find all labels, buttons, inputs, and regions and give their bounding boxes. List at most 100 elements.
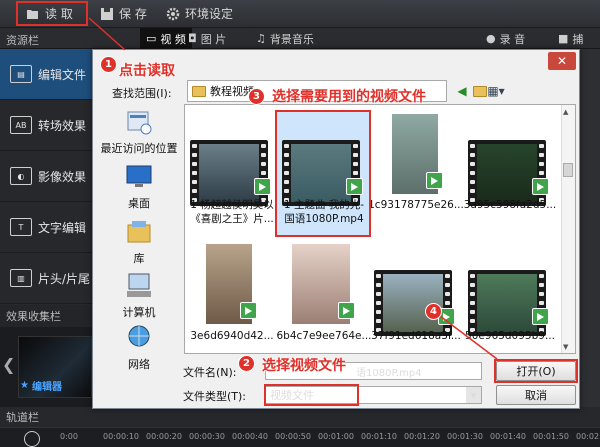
view-menu-icon[interactable]: ▦▾ xyxy=(486,82,506,100)
timeline-tick-label: 00:02:0 xyxy=(576,432,600,441)
save-button[interactable]: 保 存 xyxy=(92,0,155,27)
film-hole xyxy=(192,171,197,175)
sidebar-item-intro-outro[interactable]: ▥ 片头/片尾 xyxy=(0,253,92,304)
timeline-tick-label: 00:00:40 xyxy=(232,432,268,441)
video-frame xyxy=(477,144,537,202)
file-name: 3a95c598fa2d5... xyxy=(463,199,557,211)
gear-icon xyxy=(166,7,180,20)
sidebar-item-label: 转场效果 xyxy=(38,118,87,133)
read-label: 读 取 xyxy=(45,7,73,21)
file-name: 1 杨超越侯明昊以 xyxy=(190,199,274,211)
filename-label: 文件名(N): xyxy=(183,366,237,379)
place-library[interactable]: 库 xyxy=(98,218,180,266)
tab-capture[interactable]: ■ 捕 xyxy=(552,28,589,49)
computer-icon xyxy=(127,273,151,297)
film-hole xyxy=(192,180,197,184)
resources-title: 资源栏 xyxy=(6,34,39,47)
timeline-tick-label: 00:01:20 xyxy=(404,432,440,441)
place-computer[interactable]: 计算机 xyxy=(98,272,180,320)
file-name-line2: 《喜剧之王》片... xyxy=(190,213,274,225)
tab-music[interactable]: ♫ 背景音乐 xyxy=(250,28,320,49)
film-hole xyxy=(470,301,475,305)
clapper-icon: ▥ xyxy=(10,269,32,287)
video-file-icon xyxy=(532,308,549,325)
library-icon xyxy=(127,221,151,243)
prev-arrow-icon[interactable]: ❮ xyxy=(2,355,15,374)
sidebar-item-transitions[interactable]: AB 转场效果 xyxy=(0,100,92,151)
effect-badge: ★ 编辑器 xyxy=(20,378,62,393)
annotation-text-1: 点击读取 xyxy=(119,63,175,79)
settings-button[interactable]: 环境设定 xyxy=(158,0,241,27)
tab-image[interactable]: ◘ 图 片 xyxy=(182,28,232,49)
video-tab-icon: ▭ xyxy=(146,32,157,45)
scrollbar-thumb[interactable] xyxy=(563,163,573,177)
cancel-button[interactable]: 取消 xyxy=(496,385,576,405)
scroll-up-icon[interactable]: ▲ xyxy=(563,108,568,116)
save-icon xyxy=(101,7,113,20)
film-hole xyxy=(539,292,544,296)
folder-icon xyxy=(192,85,206,97)
film-hole xyxy=(376,301,381,305)
video-thumbnail xyxy=(468,140,546,206)
save-label: 保 存 xyxy=(119,7,147,21)
video-thumbnail xyxy=(190,140,268,206)
annotation-box-file xyxy=(275,110,371,237)
main-toolbar xyxy=(0,0,600,28)
file-list-scrollbar[interactable] xyxy=(561,105,575,353)
timeline-tick-label: 00:00:50 xyxy=(275,432,311,441)
scroll-down-icon[interactable]: ▼ xyxy=(563,343,568,351)
tab-record[interactable]: ● 录 音 xyxy=(480,28,531,49)
annotation-box-filetype xyxy=(264,384,359,406)
sidebar-item-text[interactable]: T 文字编辑 xyxy=(0,202,92,253)
folder-open-icon xyxy=(27,9,38,19)
sidebar-item-effects[interactable]: ◐ 影像效果 xyxy=(0,151,92,202)
video-file-icon xyxy=(254,178,271,195)
film-hole xyxy=(470,310,475,314)
effect-icon: ◐ xyxy=(10,167,32,185)
timeline-tick-label: 00:01:10 xyxy=(361,432,397,441)
film-hole xyxy=(261,162,266,166)
file-name: 1c93178775e26... xyxy=(368,199,464,211)
video-file-icon xyxy=(240,302,257,319)
film-hole xyxy=(376,319,381,323)
film-hole xyxy=(470,180,475,184)
film-hole xyxy=(445,283,450,287)
filename-value: 语1080P.mp4 xyxy=(356,367,422,379)
film-hole xyxy=(470,274,475,278)
read-button[interactable]: 读 取 xyxy=(16,1,88,26)
close-icon[interactable]: ✕ xyxy=(548,52,576,70)
place-recent[interactable]: 最近访问的位置 xyxy=(98,108,180,156)
film-hole xyxy=(470,162,475,166)
step-number-3: 3 xyxy=(248,88,265,105)
film-hole xyxy=(192,162,197,166)
film-icon: ▤ xyxy=(10,65,32,83)
place-network[interactable]: 网络 xyxy=(98,324,180,372)
microphone-icon: ● xyxy=(486,32,496,45)
ab-transition-icon: AB xyxy=(10,116,32,134)
timeline-tick-label: 00:00:30 xyxy=(189,432,225,441)
capture-icon: ■ xyxy=(558,32,569,45)
film-hole xyxy=(470,171,475,175)
sidebar-item-edit-files[interactable]: ▤ 编辑文件 xyxy=(0,49,92,100)
film-hole xyxy=(470,292,475,296)
step-number-2: 2 xyxy=(238,355,255,372)
network-icon xyxy=(128,325,150,347)
film-hole xyxy=(445,292,450,296)
tab-image-label: 图 片 xyxy=(200,32,227,46)
chevron-down-icon[interactable]: ▼ xyxy=(466,387,481,403)
video-thumbnail xyxy=(468,270,546,336)
film-hole xyxy=(539,171,544,175)
timeline-tick-label: 00:01:50 xyxy=(533,432,569,441)
track-bar-title: 轨道栏 xyxy=(6,411,39,424)
video-file-icon xyxy=(426,172,443,189)
film-hole xyxy=(376,283,381,287)
sidebar-item-label: 片头/片尾 xyxy=(38,271,91,286)
place-desktop[interactable]: 桌面 xyxy=(98,163,180,211)
video-frame xyxy=(477,274,537,332)
file-name: 6b4c7e9ee764e... xyxy=(276,330,372,342)
film-hole xyxy=(192,189,197,193)
back-icon[interactable]: ◀ xyxy=(452,82,472,100)
place-label: 最近访问的位置 xyxy=(100,142,178,155)
film-hole xyxy=(470,283,475,287)
video-frame xyxy=(199,144,259,202)
